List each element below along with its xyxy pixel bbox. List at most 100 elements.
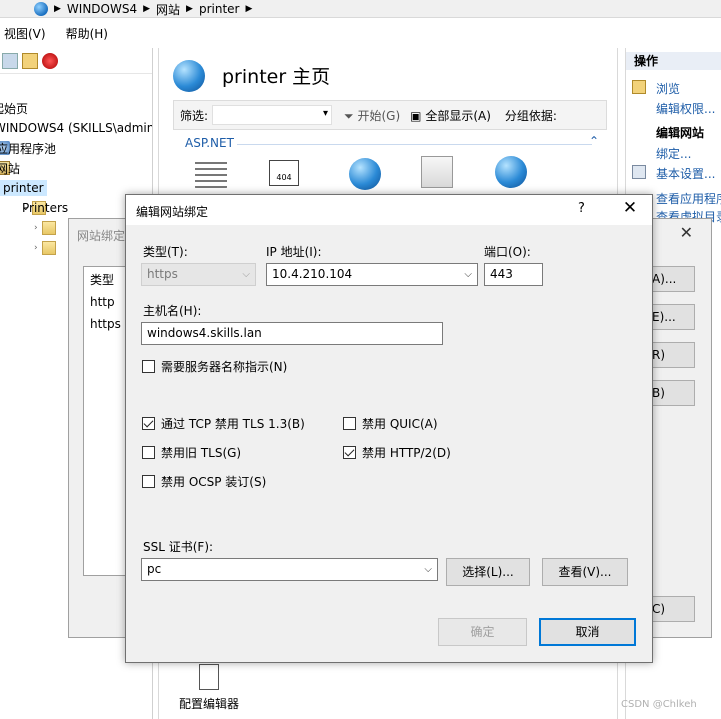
chevron-up-icon[interactable]: ⌃ [589,134,599,148]
ssl-cert-label: SSL 证书(F): [143,540,214,554]
checkbox-box[interactable] [142,475,155,488]
list-item[interactable]: https [90,317,121,331]
checkbox-box[interactable] [343,446,356,459]
chevron-right-icon: ▶ [54,4,61,14]
help-icon[interactable]: ? [578,201,585,216]
ip-address-select[interactable]: 10.4.210.104 ⌵ [266,263,478,286]
ssl-cert-value: pc [147,562,162,576]
type-value: https [147,267,178,281]
start-filter-label: 开始(G) [357,108,401,123]
show-all-button[interactable]: ▣ 全部显示(A) [410,107,491,124]
show-all-label: 全部显示(A) [425,108,491,123]
action-view-applications[interactable]: 查看应用程序 [656,190,721,207]
action-edit-permissions[interactable]: 编辑权限... [656,100,715,117]
group-by-label[interactable]: 分组依据: [505,107,557,124]
type-label: 类型(T): [143,245,188,259]
section-header-aspnet[interactable]: ASP.NET [185,136,234,150]
filter-input[interactable] [212,105,333,125]
tree-app-pools[interactable]: 应用程序池 [0,138,56,158]
close-icon[interactable]: ✕ [680,223,693,242]
port-input[interactable]: 443 [484,263,543,286]
sni-checkbox[interactable]: 需要服务器名称指示(N) [142,358,287,375]
sni-label: 需要服务器名称指示(N) [161,360,288,374]
type-select[interactable]: https ⌵ [141,263,256,286]
chevron-down-icon: ⌵ [242,269,250,280]
chevron-down-icon: ⌵ [424,564,432,575]
tree-label: printer [0,180,47,196]
chevron-right-icon: ▶ [186,4,193,14]
net-compilation-icon[interactable] [195,158,227,190]
page-title: printer 主页 [222,66,331,88]
tree-site-printer[interactable]: ⌄ printer [0,178,47,198]
watermark: CSDN @Chlkeh [621,699,697,710]
checkbox-box[interactable] [142,417,155,430]
net-globalization-icon[interactable] [349,158,381,190]
settings-icon [632,165,646,179]
checkbox-box[interactable] [142,446,155,459]
disable-quic-checkbox[interactable]: 禁用 QUIC(A) [343,415,438,432]
error-pages-icon[interactable]: 404 [269,160,299,186]
config-editor-label[interactable]: 配置编辑器 [179,695,239,712]
dialog-title: 编辑网站绑定 [136,205,209,219]
disconnect-icon[interactable] [42,52,58,69]
disable-legacy-tls-checkbox[interactable]: 禁用旧 TLS(G) [142,444,241,461]
cancel-button[interactable]: 取消 [539,618,636,646]
action-browse[interactable]: 浏览 [656,80,680,97]
funnel-icon: ⏷ [344,108,354,123]
checkbox-box[interactable] [142,360,155,373]
select-cert-button[interactable]: 选择(L)... [446,558,530,586]
action-basic-settings[interactable]: 基本设置... [656,165,715,182]
disable-quic-label: 禁用 QUIC(A) [362,417,438,431]
breadcrumb-printer[interactable]: printer [199,2,240,16]
disable-legacy-tls-label: 禁用旧 TLS(G) [161,446,242,460]
tree-subfolder[interactable]: › [34,238,60,258]
save-icon[interactable] [2,52,18,69]
net-trust-icon[interactable] [495,156,527,188]
tree-label: Printers [22,201,69,215]
checkbox-box[interactable] [343,417,356,430]
start-filter-button[interactable]: ⏷ 开始(G) [344,107,400,124]
disable-tls13-label: 通过 TCP 禁用 TLS 1.3(B) [161,417,305,431]
tree-label: 网站 [0,161,21,176]
ssl-cert-select[interactable]: pc ⌵ [141,558,438,581]
actions-header: 操作 [626,52,721,70]
view-cert-button[interactable]: 查看(V)... [542,558,628,586]
chevron-right-icon: ▶ [143,4,151,14]
breadcrumb-server[interactable]: WINDOWS4 [67,2,137,16]
action-edit-site-header: 编辑网站 [656,126,705,140]
edit-site-binding-dialog: 编辑网站绑定 ? ✕ 类型(T): https ⌵ IP 地址(I): 10.4… [125,194,653,663]
disable-http2-checkbox[interactable]: 禁用 HTTP/2(D) [343,444,451,461]
tree-sites[interactable]: 网站 [0,158,20,178]
folder-icon [41,221,56,235]
column-header-type[interactable]: 类型 [90,271,114,288]
filter-bar: 筛选: ⏷ 开始(G) ▣ 全部显示(A) 分组依据: [173,100,607,130]
breadcrumb: ▶ WINDOWS4 ▶ 网站 ▶ printer ▶ [34,0,252,18]
chevron-right-icon: ▶ [245,4,253,14]
action-bindings[interactable]: 绑定... [656,145,691,162]
disable-tls13-checkbox[interactable]: 通过 TCP 禁用 TLS 1.3(B) [142,415,305,432]
tree-folder-printers[interactable]: ⌄ Printers [22,198,68,218]
chevron-right-icon[interactable]: › [34,223,38,233]
menu-bar: 视图(V) 帮助(H) [0,22,721,44]
tree-subfolder[interactable]: › [34,218,60,238]
menu-help[interactable]: 帮助(H) [66,25,108,42]
host-name-input[interactable]: windows4.skills.lan [141,322,443,345]
show-all-icon: ▣ [410,108,422,123]
ok-button[interactable]: 确定 [438,618,527,646]
disable-ocsp-checkbox[interactable]: 禁用 OCSP 装订(S) [142,473,266,490]
breadcrumb-sites[interactable]: 网站 [156,1,180,18]
list-item[interactable]: http [90,295,115,309]
folder-icon [41,241,56,255]
menu-view[interactable]: 视图(V) [4,25,46,42]
tree-label: 起始页 [0,101,29,116]
config-editor-icon[interactable] [199,664,219,690]
connect-icon[interactable] [22,52,38,69]
bindings-dialog-title: 网站绑定 [77,229,126,243]
chevron-right-icon[interactable]: › [34,243,38,253]
browse-icon [632,80,646,94]
net-authorization-icon[interactable] [421,156,453,188]
globe-icon [34,2,48,16]
close-icon[interactable]: ✕ [620,198,640,218]
section-divider [237,144,592,145]
tree-label: 应用程序池 [0,141,57,156]
